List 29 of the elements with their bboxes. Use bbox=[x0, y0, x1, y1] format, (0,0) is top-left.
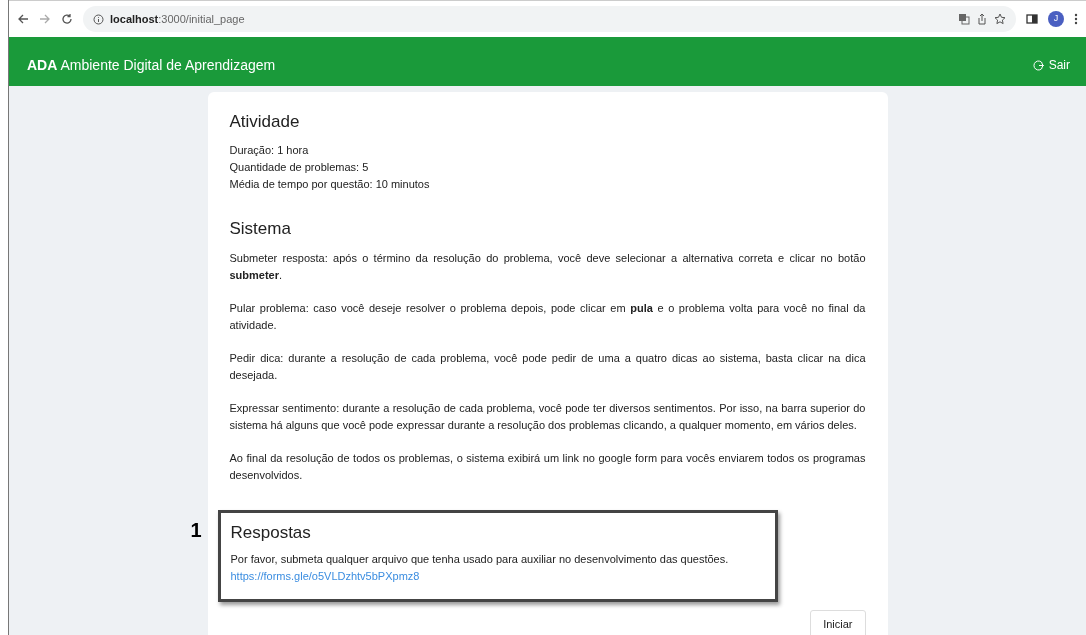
address-bar[interactable]: localhost:3000/initial_page bbox=[83, 6, 1016, 32]
paragraph: Submeter resposta: após o término da resolução do problema, você deve selecionar a alternativa correta e clicar no botão submeter. bbox=[229, 250, 866, 283]
section-heading: Respostas bbox=[230, 522, 312, 544]
paragraph: Pedir dica: durante a resolução de cada problema, você pode pedir de uma a quatro dicas ao sistema, basta clicar na dica desejada. bbox=[229, 350, 866, 383]
info-icon[interactable] bbox=[93, 13, 104, 25]
section-heading: Atividade bbox=[229, 112, 301, 133]
back-icon[interactable] bbox=[17, 13, 29, 25]
side-panel-icon[interactable] bbox=[1026, 13, 1038, 25]
paragraph: Ao final da resolução de todos os problemas, o sistema exibirá um link no google form para vocês enviarem todos os programas desenvolvidos. bbox=[229, 450, 866, 483]
logout-button[interactable]: Sair bbox=[1032, 56, 1070, 74]
paragraph: Pular problema: caso você deseje resolver o problema depois, pode clicar em pula e o problema volta para você no final da atividade. bbox=[229, 300, 866, 333]
paragraph: Por favor, submeta qualquer arquivo que tenha usado para auxiliar no desenvolvimento das questões. bbox=[230, 552, 730, 568]
translate-icon[interactable] bbox=[958, 13, 970, 25]
paragraph: Expressar sentimento: durante a resolução de cada problema, você pode ter diversos sentimentos. Por isso, na barra superior do sistema há alguns que você pode expressar durante a resolução dos problemas clicando, a qualquer momento, em vários deles. bbox=[229, 400, 866, 433]
star-icon[interactable] bbox=[994, 13, 1006, 25]
more-icon[interactable] bbox=[1074, 13, 1078, 25]
section-heading: Sistema bbox=[229, 219, 292, 240]
info-line: Média de tempo por questão: 10 minutos bbox=[229, 177, 431, 193]
form-link[interactable]: https://forms.gle/o5VLDzhtv5bPXpmz8 bbox=[230, 570, 420, 583]
reload-icon[interactable] bbox=[61, 13, 73, 25]
share-icon[interactable] bbox=[976, 13, 988, 25]
callout-number: 1 bbox=[190, 517, 202, 543]
info-line: Duração: 1 hora bbox=[229, 143, 310, 159]
profile-avatar[interactable]: J bbox=[1048, 11, 1064, 27]
url-text[interactable]: localhost:3000/initial_page bbox=[110, 10, 245, 28]
start-button[interactable]: Iniciar bbox=[810, 609, 866, 635]
info-line: Quantidade de problemas: 5 bbox=[229, 160, 370, 176]
logout-icon bbox=[1032, 59, 1044, 71]
app-title[interactable]: ADA Ambiente Digital de Aprendizagem bbox=[27, 55, 276, 76]
